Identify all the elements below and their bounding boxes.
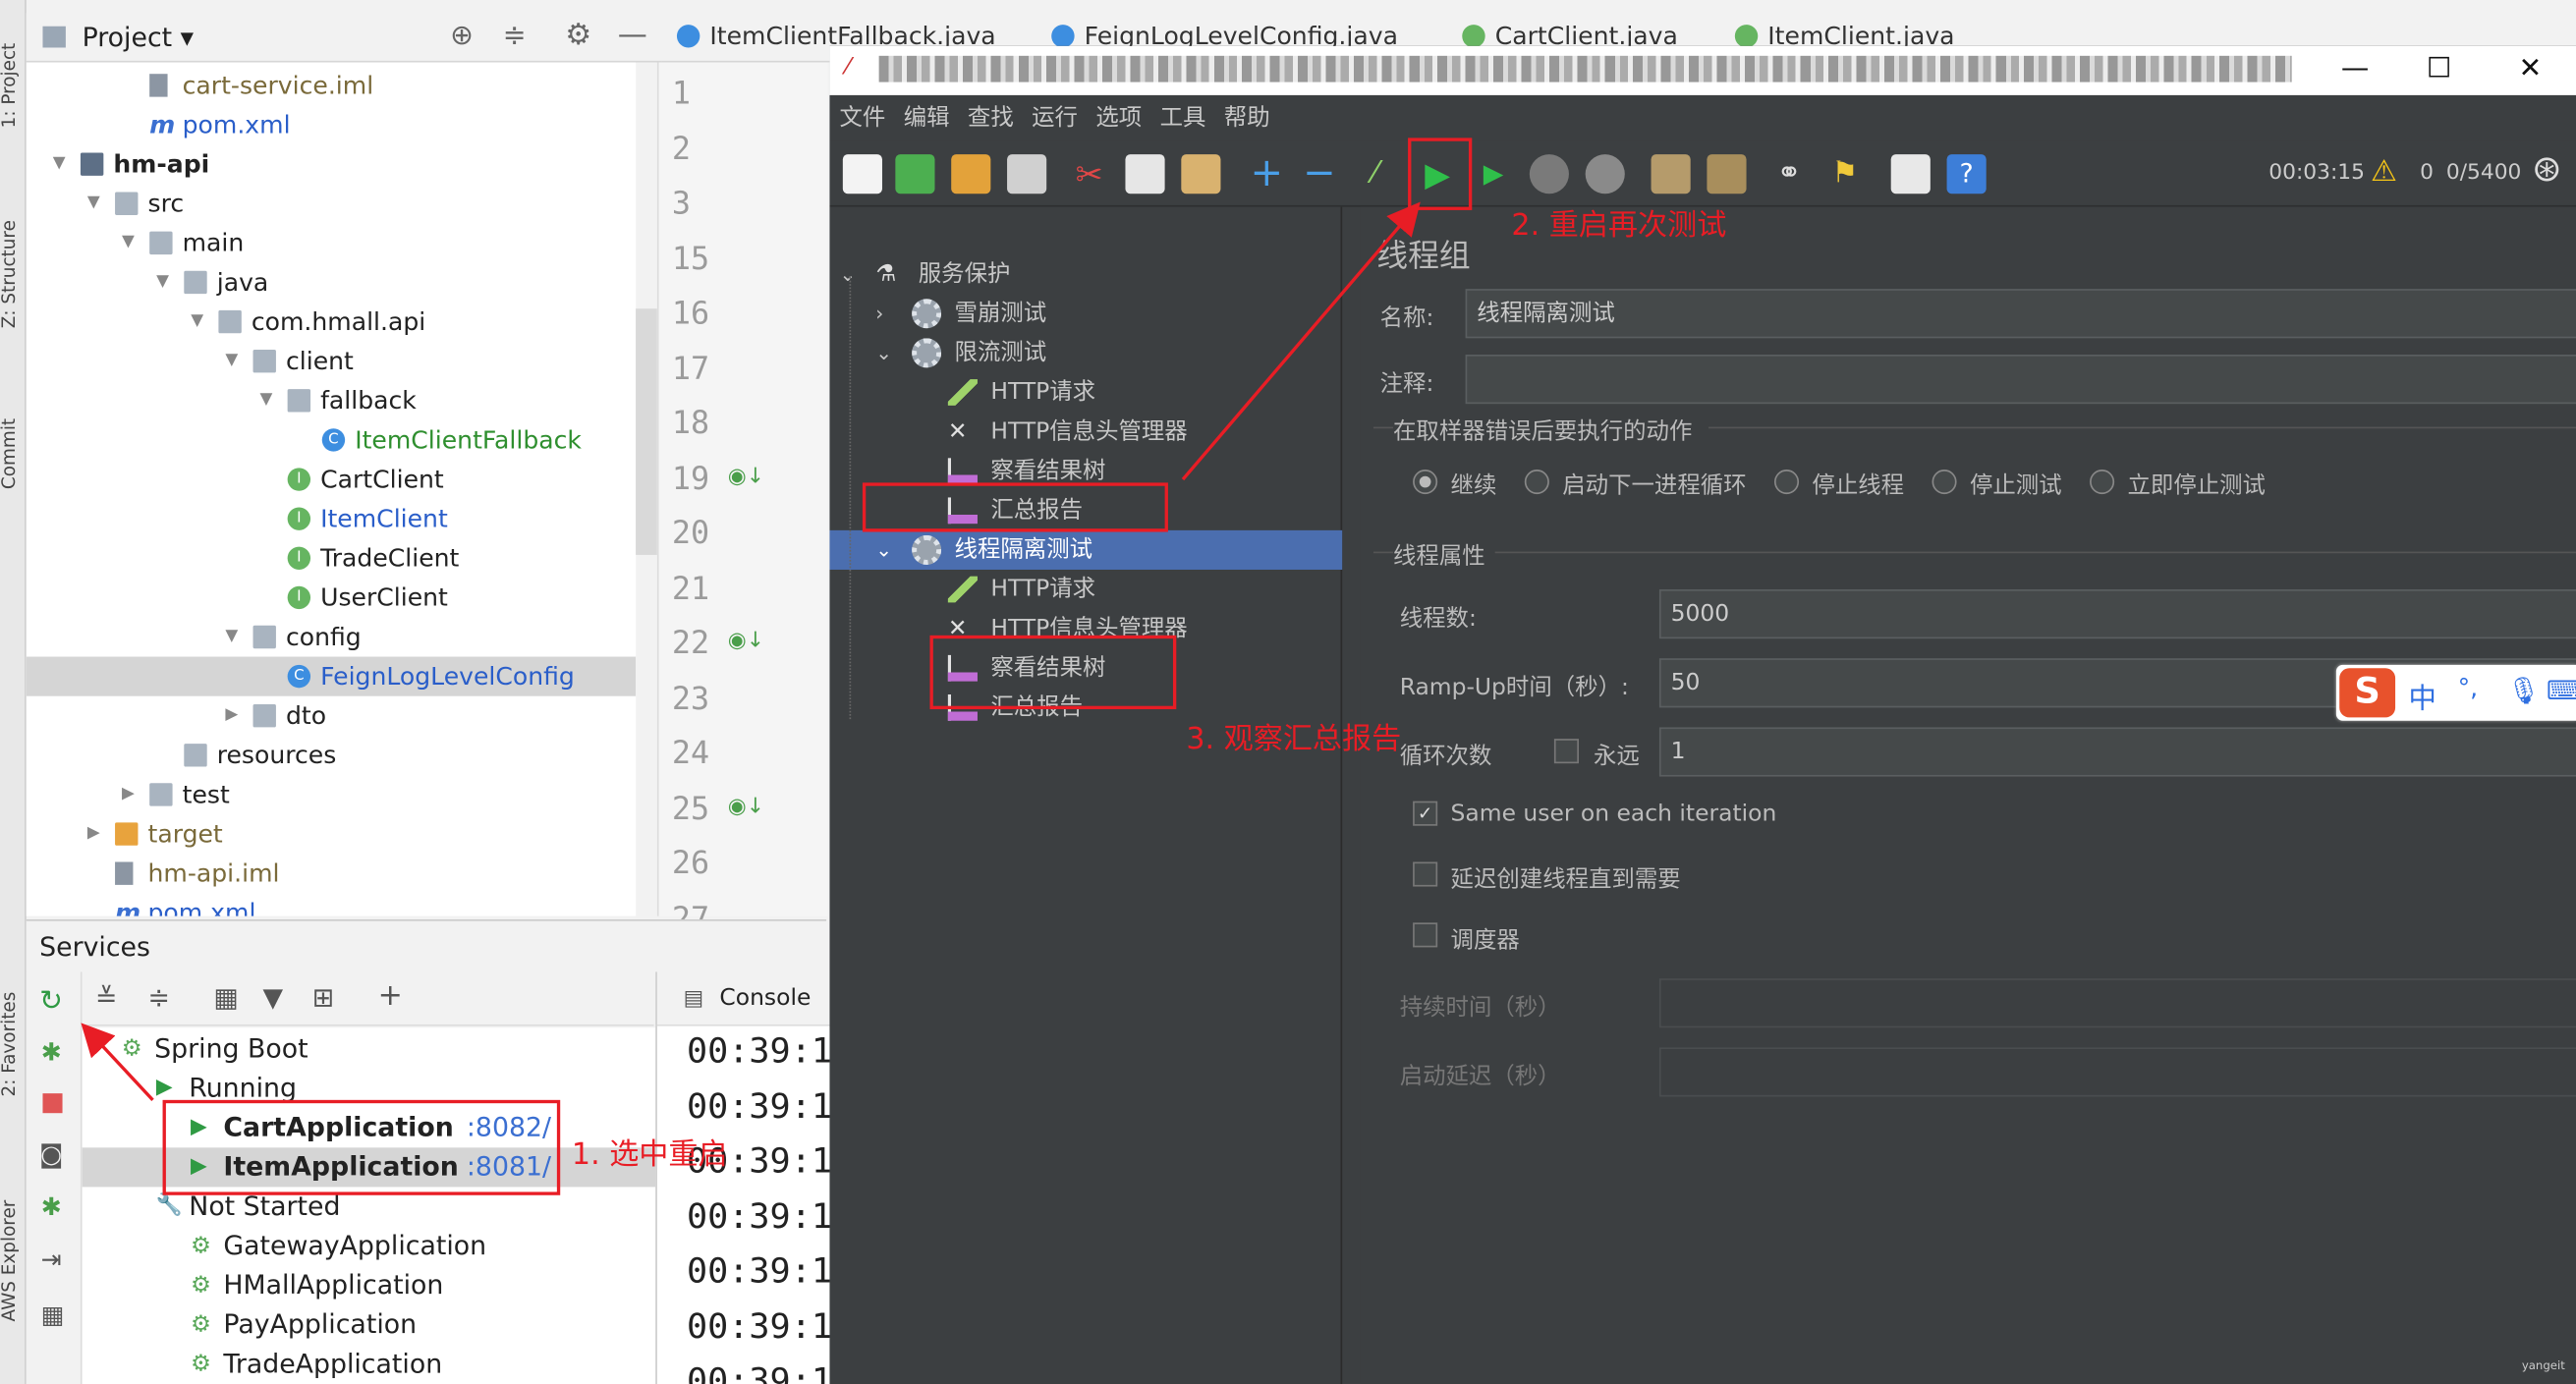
screenshot: 1: Project Z: Structure Commit 2: Favori… (0, 0, 2576, 1384)
annotation-arrows (81, 201, 1421, 1101)
